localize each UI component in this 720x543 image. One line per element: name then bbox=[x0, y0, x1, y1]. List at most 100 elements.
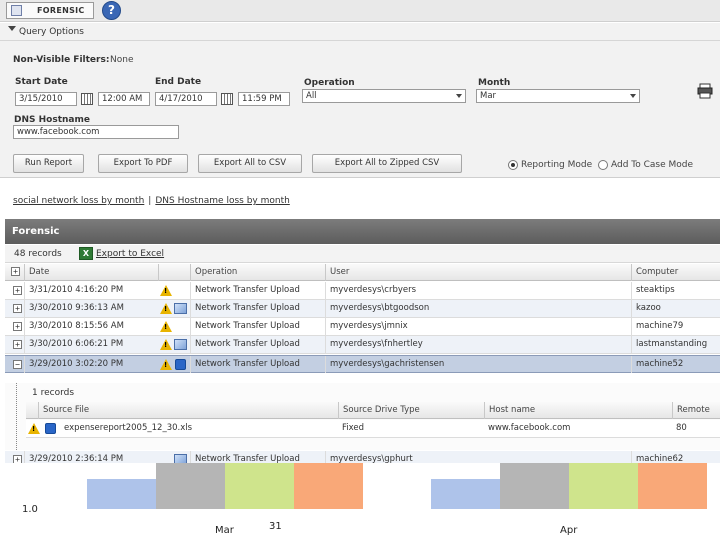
calendar-icon[interactable] bbox=[221, 93, 233, 105]
export-csv-button[interactable]: Export All to CSV bbox=[198, 154, 302, 173]
bar-apr-3 bbox=[638, 463, 707, 509]
start-time-input[interactable]: 12:00 AM bbox=[98, 92, 150, 106]
bar-apr-1 bbox=[500, 463, 569, 509]
table-row[interactable]: + 3/30/2010 6:06:21 PM Network Transfer … bbox=[5, 336, 720, 354]
column-header-source-file[interactable]: Source File bbox=[38, 402, 338, 419]
report-icon bbox=[11, 5, 22, 16]
warning-icon bbox=[160, 303, 172, 314]
link-separator: | bbox=[148, 196, 152, 206]
y-tick-label: 1.0 bbox=[22, 504, 38, 515]
row-date: 3/29/2010 3:02:20 PM bbox=[24, 356, 158, 373]
row-computer: kazoo bbox=[631, 300, 720, 317]
column-header-remote[interactable]: Remote bbox=[672, 402, 720, 419]
non-visible-filters-label: Non-Visible Filters: bbox=[13, 55, 110, 65]
disk-icon bbox=[45, 423, 56, 434]
disk-icon bbox=[175, 359, 186, 370]
export-to-excel-link[interactable]: Export to Excel bbox=[96, 249, 164, 259]
chevron-down-icon bbox=[630, 94, 636, 98]
detail-remote: 80 bbox=[676, 423, 687, 433]
row-operation: Network Transfer Upload bbox=[190, 318, 325, 335]
operation-select[interactable]: All bbox=[302, 89, 466, 103]
row-operation: Network Transfer Upload bbox=[190, 282, 325, 299]
bar-mar-2 bbox=[225, 463, 294, 509]
reporting-mode-label: Reporting Mode bbox=[521, 160, 593, 170]
column-header-date[interactable]: Date bbox=[24, 264, 158, 281]
row-user: myverdesys\jmnix bbox=[325, 318, 631, 335]
column-header-user[interactable]: User bbox=[325, 264, 631, 281]
row-user: myverdesys\gachristensen bbox=[325, 356, 631, 373]
dns-hostname-loss-link[interactable]: DNS Hostname loss by month bbox=[155, 196, 289, 206]
row-user: myverdesys\crbyers bbox=[325, 282, 631, 299]
row-computer: steaktips bbox=[631, 282, 720, 299]
column-header-computer[interactable]: Computer bbox=[631, 264, 720, 281]
row-date: 3/30/2010 6:06:21 PM bbox=[24, 336, 158, 353]
forensic-tab[interactable]: FORENSIC bbox=[6, 2, 94, 19]
month-select[interactable]: Mar bbox=[476, 89, 640, 103]
loss-chart: 1.0 31 Mar Apr bbox=[0, 463, 720, 540]
table-row[interactable]: + 3/30/2010 9:36:13 AM Network Transfer … bbox=[5, 300, 720, 318]
excel-icon[interactable]: X bbox=[79, 247, 93, 260]
row-date: 3/31/2010 4:16:20 PM bbox=[24, 282, 158, 299]
table-row[interactable]: + 3/30/2010 8:15:56 AM Network Transfer … bbox=[5, 318, 720, 336]
row-computer: machine79 bbox=[631, 318, 720, 335]
table-row-selected[interactable]: − 3/29/2010 3:02:20 PM Network Transfer … bbox=[5, 355, 720, 373]
dns-hostname-input[interactable]: www.facebook.com bbox=[13, 125, 179, 139]
export-pdf-button[interactable]: Export To PDF bbox=[98, 154, 188, 173]
warning-icon bbox=[160, 321, 172, 332]
operation-select-value: All bbox=[306, 91, 317, 101]
run-report-button[interactable]: Run Report bbox=[13, 154, 84, 173]
expand-row-toggle[interactable]: + bbox=[13, 304, 22, 313]
saved-report-links: social network loss by month | DNS Hostnam… bbox=[13, 196, 290, 206]
calendar-icon[interactable] bbox=[81, 93, 93, 105]
x-tick-label: Mar bbox=[215, 525, 234, 536]
collapse-row-toggle[interactable]: − bbox=[13, 360, 22, 369]
row-operation: Network Transfer Upload bbox=[190, 336, 325, 353]
network-icon bbox=[174, 339, 187, 350]
column-header-host-name[interactable]: Host name bbox=[484, 402, 672, 419]
column-header-operation[interactable]: Operation bbox=[190, 264, 325, 281]
print-icon[interactable] bbox=[697, 83, 713, 99]
warning-icon bbox=[160, 285, 172, 296]
social-network-loss-link[interactable]: social network loss by month bbox=[13, 196, 144, 206]
collapse-icon[interactable] bbox=[8, 26, 16, 31]
detail-host-name: www.facebook.com bbox=[488, 423, 571, 433]
warning-icon bbox=[160, 339, 172, 350]
detail-source-file: expensereport2005_12_30.xls bbox=[64, 423, 193, 433]
end-time-input[interactable]: 11:59 PM bbox=[238, 92, 290, 106]
query-options-title[interactable]: Query Options bbox=[19, 27, 84, 37]
start-date-input[interactable]: 3/15/2010 bbox=[15, 92, 77, 106]
month-select-value: Mar bbox=[480, 91, 497, 101]
row-user: myverdesys\fnhertley bbox=[325, 336, 631, 353]
bar-apr-2 bbox=[569, 463, 638, 509]
expand-all-toggle[interactable]: + bbox=[11, 267, 20, 276]
bar-mar-0 bbox=[87, 479, 156, 509]
expand-row-toggle[interactable]: + bbox=[13, 340, 22, 349]
end-date-input[interactable]: 4/17/2010 bbox=[155, 92, 217, 106]
export-zipped-csv-button[interactable]: Export All to Zipped CSV bbox=[312, 154, 462, 173]
case-mode-label: Add To Case Mode bbox=[611, 160, 694, 170]
records-count: 48 records bbox=[14, 249, 62, 259]
dns-hostname-label: DNS Hostname bbox=[14, 115, 90, 125]
start-date-label: Start Date bbox=[15, 77, 68, 87]
row-operation: Network Transfer Upload bbox=[190, 356, 325, 373]
top-toolbar: FORENSIC ? bbox=[0, 0, 720, 22]
expand-row-toggle[interactable]: + bbox=[13, 286, 22, 295]
expand-row-toggle[interactable]: + bbox=[13, 322, 22, 331]
detail-subgrid: 1 records Source File Source Drive Type … bbox=[5, 383, 720, 450]
detail-records-count: 1 records bbox=[32, 388, 75, 398]
detail-row[interactable]: expensereport2005_12_30.xls Fixed www.fa… bbox=[26, 420, 720, 438]
case-mode-radio[interactable] bbox=[598, 160, 608, 170]
column-header-source-drive-type[interactable]: Source Drive Type bbox=[338, 402, 484, 419]
row-user: myverdesys\btgoodson bbox=[325, 300, 631, 317]
chart-canvas bbox=[87, 463, 707, 509]
x-tick-label: Apr bbox=[560, 525, 578, 536]
row-computer: lastmanstanding bbox=[631, 336, 720, 353]
row-date: 3/30/2010 9:36:13 AM bbox=[24, 300, 158, 317]
reporting-mode-radio[interactable] bbox=[508, 160, 518, 170]
row-date: 3/30/2010 8:15:56 AM bbox=[24, 318, 158, 335]
bar-apr-0 bbox=[431, 479, 500, 509]
column-header-icons bbox=[158, 264, 190, 281]
help-icon[interactable]: ? bbox=[102, 1, 121, 20]
grid-header: + Date Operation User Computer bbox=[5, 264, 720, 281]
table-row[interactable]: + 3/31/2010 4:16:20 PM Network Transfer … bbox=[5, 282, 720, 300]
